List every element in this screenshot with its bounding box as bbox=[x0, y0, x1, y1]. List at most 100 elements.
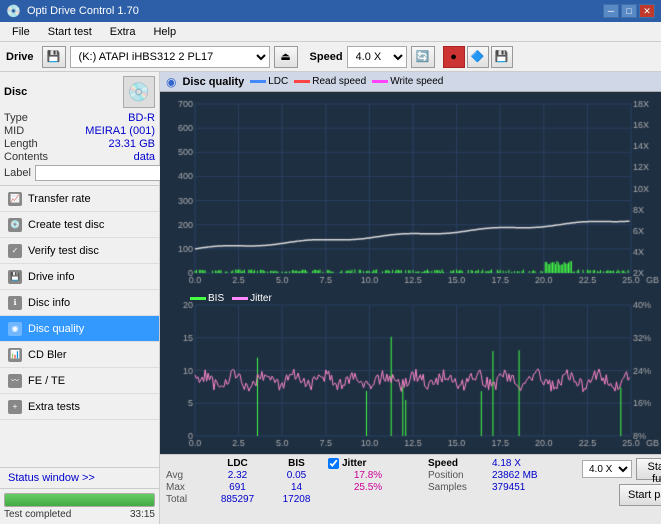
speed-select[interactable]: 4.0 X bbox=[347, 46, 407, 68]
nav-verify-test-disc[interactable]: ✓ Verify test disc bbox=[0, 238, 159, 264]
start-part-row: Start part bbox=[582, 484, 661, 506]
chart-header-icon: ◉ bbox=[166, 75, 176, 89]
drive-toolbar: Drive 💾 (K:) ATAPI iHBS312 2 PL17 ⏏ Spee… bbox=[0, 42, 661, 72]
label-input[interactable] bbox=[35, 165, 173, 181]
menu-extra[interactable]: Extra bbox=[102, 24, 144, 40]
ldc-avg: 2.32 bbox=[210, 470, 265, 481]
refresh-btn[interactable]: 🔄 bbox=[411, 46, 435, 68]
drive-label: Drive bbox=[6, 51, 34, 63]
legend-jitter: Jitter bbox=[232, 293, 272, 304]
status-text: Test completed bbox=[4, 509, 71, 520]
status-window-link[interactable]: Status window >> bbox=[0, 468, 159, 489]
disc-panel: Disc 💿 Type BD-R MID MEIRA1 (001) Length… bbox=[0, 72, 159, 186]
nav-disc-quality[interactable]: ◉ Disc quality bbox=[0, 316, 159, 342]
start-full-row: 4.0 X Start full bbox=[582, 458, 661, 480]
mid-label: MID bbox=[4, 125, 24, 137]
bottom-legend: BIS Jitter bbox=[190, 293, 272, 304]
btn2[interactable]: 🔷 bbox=[467, 46, 489, 68]
write-speed-color bbox=[372, 80, 388, 83]
bis-total: 17208 bbox=[269, 494, 324, 505]
menu-start-test[interactable]: Start test bbox=[40, 24, 100, 40]
close-button[interactable]: ✕ bbox=[639, 4, 655, 18]
ldc-header: LDC bbox=[210, 458, 265, 469]
legend-write-speed: Write speed bbox=[372, 76, 443, 87]
charts-wrapper: BIS Jitter bbox=[160, 92, 661, 454]
start-part-button[interactable]: Start part bbox=[619, 484, 661, 506]
nav-list: 📈 Transfer rate 💿 Create test disc ✓ Ver… bbox=[0, 186, 159, 420]
stats-table: LDC BIS Jitter Avg 2.32 0.05 17.8% Max 6… bbox=[166, 458, 408, 505]
max-label: Max bbox=[166, 482, 206, 493]
maximize-button[interactable]: □ bbox=[621, 4, 637, 18]
status-area: Status window >> Test completed 33:15 bbox=[0, 467, 159, 524]
menu-bar: File Start test Extra Help bbox=[0, 22, 661, 42]
ldc-total: 885297 bbox=[210, 494, 265, 505]
main-area: Disc 💿 Type BD-R MID MEIRA1 (001) Length… bbox=[0, 72, 661, 524]
minimize-button[interactable]: ─ bbox=[603, 4, 619, 18]
position-label: Position bbox=[428, 470, 488, 481]
bottom-chart-canvas bbox=[160, 291, 661, 454]
length-value: 23.31 GB bbox=[109, 138, 155, 150]
jitter-color bbox=[232, 297, 248, 300]
bis-max: 14 bbox=[269, 482, 324, 493]
type-value: BD-R bbox=[128, 112, 155, 124]
avg-label: Avg bbox=[166, 470, 206, 481]
read-speed-color bbox=[294, 80, 310, 83]
progress-bar bbox=[4, 493, 155, 507]
time-text: 33:15 bbox=[130, 509, 155, 520]
bis-avg: 0.05 bbox=[269, 470, 324, 481]
stats-bar: LDC BIS Jitter Avg 2.32 0.05 17.8% Max 6… bbox=[160, 454, 661, 524]
label-label: Label bbox=[4, 167, 31, 179]
top-chart-canvas bbox=[160, 92, 661, 291]
drive-icon-btn[interactable]: 💾 bbox=[42, 46, 66, 68]
jitter-label: Jitter bbox=[342, 458, 366, 469]
chart-bottom: BIS Jitter bbox=[160, 291, 661, 454]
jitter-checkbox[interactable] bbox=[328, 458, 339, 469]
nav-drive-info[interactable]: 💾 Drive info bbox=[0, 264, 159, 290]
disc-icon: 💿 bbox=[123, 76, 155, 108]
btn3[interactable]: 💾 bbox=[491, 46, 513, 68]
start-full-button[interactable]: Start full bbox=[636, 458, 661, 480]
ldc-max: 691 bbox=[210, 482, 265, 493]
drive-select[interactable]: (K:) ATAPI iHBS312 2 PL17 bbox=[70, 46, 270, 68]
progress-area: Test completed 33:15 bbox=[0, 489, 159, 524]
extra-tests-icon: + bbox=[8, 400, 22, 414]
nav-extra-tests[interactable]: + Extra tests bbox=[0, 394, 159, 420]
nav-fe-te[interactable]: 〰 FE / TE bbox=[0, 368, 159, 394]
nav-cd-bler[interactable]: 📊 CD Bler bbox=[0, 342, 159, 368]
eject-btn[interactable]: ⏏ bbox=[274, 46, 298, 68]
legend-ldc: LDC bbox=[250, 76, 288, 87]
speed-label: Speed bbox=[310, 51, 343, 63]
btn1[interactable]: ● bbox=[443, 46, 465, 68]
legend-read-speed: Read speed bbox=[294, 76, 366, 87]
nav-disc-info[interactable]: ℹ Disc info bbox=[0, 290, 159, 316]
title-bar: 💿 Opti Drive Control 1.70 ─ □ ✕ bbox=[0, 0, 661, 22]
menu-help[interactable]: Help bbox=[145, 24, 184, 40]
stats-right: 4.0 X Start full Start part bbox=[582, 458, 661, 506]
jitter-max: 25.5% bbox=[328, 482, 408, 493]
jitter-check-row: Jitter bbox=[328, 458, 408, 469]
samples-label: Samples bbox=[428, 482, 488, 493]
legend-bis: BIS bbox=[190, 293, 224, 304]
cd-bler-icon: 📊 bbox=[8, 348, 22, 362]
fe-te-icon: 〰 bbox=[8, 374, 22, 388]
transfer-rate-icon: 📈 bbox=[8, 192, 22, 206]
progress-bar-fill bbox=[5, 494, 154, 506]
speed-avg-val: 4.18 X bbox=[492, 458, 572, 469]
verify-test-disc-icon: ✓ bbox=[8, 244, 22, 258]
disc-quality-icon: ◉ bbox=[8, 322, 22, 336]
samples-value: 379451 bbox=[492, 482, 572, 493]
speed-col-label: Speed bbox=[428, 458, 488, 469]
bis-header: BIS bbox=[269, 458, 324, 469]
nav-transfer-rate[interactable]: 📈 Transfer rate bbox=[0, 186, 159, 212]
drive-info-icon: 💾 bbox=[8, 270, 22, 284]
content-area: ◉ Disc quality LDC Read speed Write spee… bbox=[160, 72, 661, 524]
sidebar: Disc 💿 Type BD-R MID MEIRA1 (001) Length… bbox=[0, 72, 160, 524]
chart-top bbox=[160, 92, 661, 291]
speed-dropdown[interactable]: 4.0 X bbox=[582, 460, 632, 478]
length-label: Length bbox=[4, 138, 38, 150]
menu-file[interactable]: File bbox=[4, 24, 38, 40]
nav-create-test-disc[interactable]: 💿 Create test disc bbox=[0, 212, 159, 238]
chart-title: Disc quality bbox=[182, 76, 244, 88]
create-test-disc-icon: 💿 bbox=[8, 218, 22, 232]
app-title: Opti Drive Control 1.70 bbox=[27, 5, 139, 17]
